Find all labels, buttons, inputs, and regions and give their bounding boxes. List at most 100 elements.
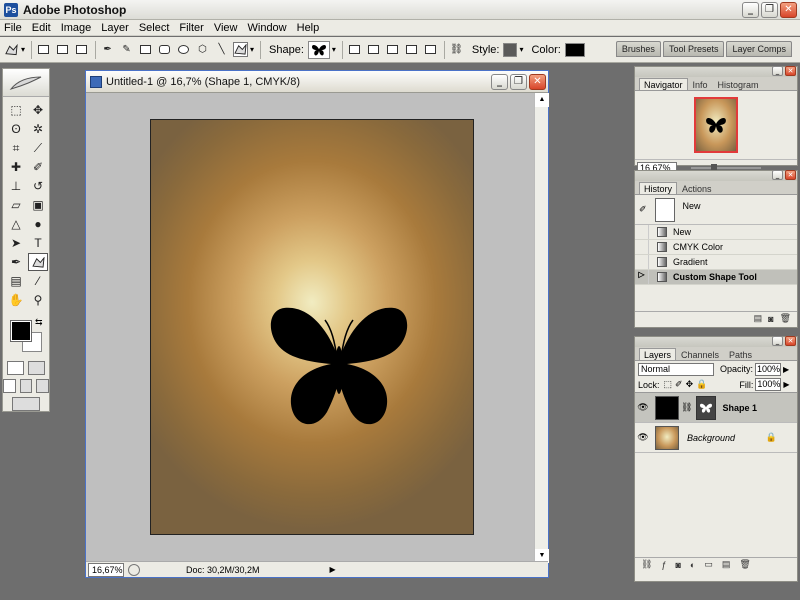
palette-title-bar[interactable]: _ ✕ [635,336,797,347]
menu-help[interactable]: Help [297,22,320,34]
navigator-preview[interactable] [694,97,738,153]
image-canvas[interactable] [150,119,474,535]
clone-stamp-tool-icon[interactable]: ⊥ [6,177,26,195]
menu-select[interactable]: Select [139,22,170,34]
close-button[interactable]: ✕ [780,2,797,18]
lock-position-icon[interactable]: ✥ [686,379,694,390]
tab-navigator[interactable]: Navigator [639,78,688,90]
shape-dropdown-icon[interactable]: ▾ [332,45,336,54]
palette-title-bar[interactable]: _ ✕ [635,66,797,77]
history-item[interactable]: Gradient [635,255,797,270]
layer-row-shape-1[interactable]: 👁 ⛓ Shape 1 [635,393,797,423]
delete-state-icon[interactable]: 🗑 [780,313,791,324]
new-layer-icon[interactable]: ▤ [722,559,731,570]
document-minimize-button[interactable]: _ [491,74,508,90]
layer-mask-icon[interactable]: ◙ [675,560,680,570]
swap-colors-icon[interactable]: ⇆ [35,317,43,328]
full-screen-menu-mode-icon[interactable] [19,379,33,393]
subtract-from-shape-area-icon[interactable] [385,42,400,57]
foreground-color-swatch[interactable] [10,320,32,342]
shape-picker[interactable] [307,40,330,59]
history-item-selected[interactable]: ▷ Custom Shape Tool [635,270,797,285]
layer-style-icon[interactable]: ƒ [661,560,666,570]
polygon-tool-icon[interactable]: ⬡ [195,42,210,57]
rectangle-tool-icon[interactable] [138,42,153,57]
link-layers-icon[interactable]: ⛓ [641,559,652,570]
eraser-tool-icon[interactable]: ▱ [6,196,26,214]
link-layer-style-icon[interactable]: ⛓ [449,42,464,57]
tab-layers[interactable]: Layers [639,348,677,360]
custom-shape-tool-icon[interactable] [28,253,48,271]
blur-tool-icon[interactable]: △ [6,215,26,233]
new-group-icon[interactable]: ▭ [704,559,713,570]
palette-minimize-button[interactable]: _ [772,170,783,180]
palette-close-button[interactable]: ✕ [785,170,796,180]
shape-layers-mode-icon[interactable] [36,42,51,57]
pen-tool-icon[interactable]: ✒ [6,253,26,271]
new-fill-layer-icon[interactable]: ◐ [690,560,695,570]
create-new-shape-layer-icon[interactable] [347,42,362,57]
history-brush-source-icon[interactable]: ✐ [639,204,647,215]
document-title-bar[interactable]: Untitled-1 @ 16,7% (Shape 1, CMYK/8) _ ❐… [86,71,548,93]
exclude-overlapping-shapes-icon[interactable] [423,42,438,57]
palette-well-brushes[interactable]: Brushes [615,41,661,57]
palette-minimize-button[interactable]: _ [772,336,783,346]
magic-wand-tool-icon[interactable]: ✲ [28,120,48,138]
geometry-options-dropdown-icon[interactable]: ▾ [250,45,254,54]
paths-mode-icon[interactable] [55,42,70,57]
brush-tool-icon[interactable]: ✐ [28,158,48,176]
type-tool-icon[interactable]: T [28,234,48,252]
fill-pixels-mode-icon[interactable] [74,42,89,57]
add-to-shape-area-icon[interactable] [366,42,381,57]
palette-close-button[interactable]: ✕ [785,66,796,76]
zoom-tool-icon[interactable]: ⚲ [28,291,48,309]
eye-icon[interactable]: 👁 [635,402,651,413]
pen-tool-icon[interactable]: ✒ [100,42,115,57]
tool-preset-dropdown-icon[interactable]: ▾ [21,45,25,54]
menu-view[interactable]: View [214,22,238,34]
delete-layer-icon[interactable]: 🗑 [739,559,750,570]
eyedropper-tool-icon[interactable]: ⁄ [28,272,48,290]
freeform-pen-icon[interactable]: ✎ [119,42,134,57]
scroll-up-icon[interactable]: ▲ [535,93,549,107]
crop-tool-icon[interactable]: ⌗ [6,139,26,157]
tab-actions[interactable]: Actions [677,182,717,194]
jump-to-imageready-icon[interactable] [12,397,40,411]
document-close-button[interactable]: ✕ [529,74,546,90]
palette-close-button[interactable]: ✕ [785,336,796,346]
new-document-from-state-icon[interactable]: ▤ [754,313,763,324]
palette-well-layer-comps[interactable]: Layer Comps [726,41,792,57]
minimize-button[interactable]: _ [742,2,759,18]
tab-histogram[interactable]: Histogram [713,78,764,90]
lasso-tool-icon[interactable]: ʘ [6,120,26,138]
tab-channels[interactable]: Channels [676,348,724,360]
lock-image-icon[interactable]: ✐ [675,379,683,390]
fill-arrow-icon[interactable]: ▶ [783,380,789,389]
move-tool-icon[interactable]: ✥ [28,101,48,119]
status-info-icon[interactable] [128,563,140,576]
eye-icon[interactable]: 👁 [635,432,651,443]
lock-all-icon[interactable]: 🔒 [696,379,707,390]
document-maximize-button[interactable]: ❐ [510,74,527,90]
navigator-zoom-slider[interactable] [691,163,761,172]
palette-minimize-button[interactable]: _ [772,66,783,76]
line-tool-icon[interactable]: ╲ [214,42,229,57]
shape-color-swatch[interactable] [564,42,585,57]
menu-filter[interactable]: Filter [179,22,203,34]
fill-field[interactable]: 100% [755,378,782,391]
palette-title-bar[interactable]: _ ✕ [635,170,797,181]
vertical-scrollbar[interactable]: ▲ ▼ [534,93,549,563]
style-picker[interactable] [503,42,518,57]
tool-preset-picker-icon[interactable] [4,42,19,57]
gradient-tool-icon[interactable]: ▣ [28,196,48,214]
custom-shape-tool-icon[interactable] [233,42,249,57]
lock-transparent-icon[interactable]: ⬚ [664,379,673,390]
opacity-arrow-icon[interactable]: ▶ [783,365,789,374]
marquee-tool-icon[interactable]: ⬚ [6,101,26,119]
history-snapshot[interactable]: ✐ New [635,195,797,225]
layer-row-background[interactable]: 👁 Background 🔒 [635,423,797,453]
maximize-button[interactable]: ❐ [761,2,778,18]
slice-tool-icon[interactable]: ⟋ [28,139,48,157]
standard-screen-mode-icon[interactable] [3,379,16,393]
tab-paths[interactable]: Paths [724,348,757,360]
